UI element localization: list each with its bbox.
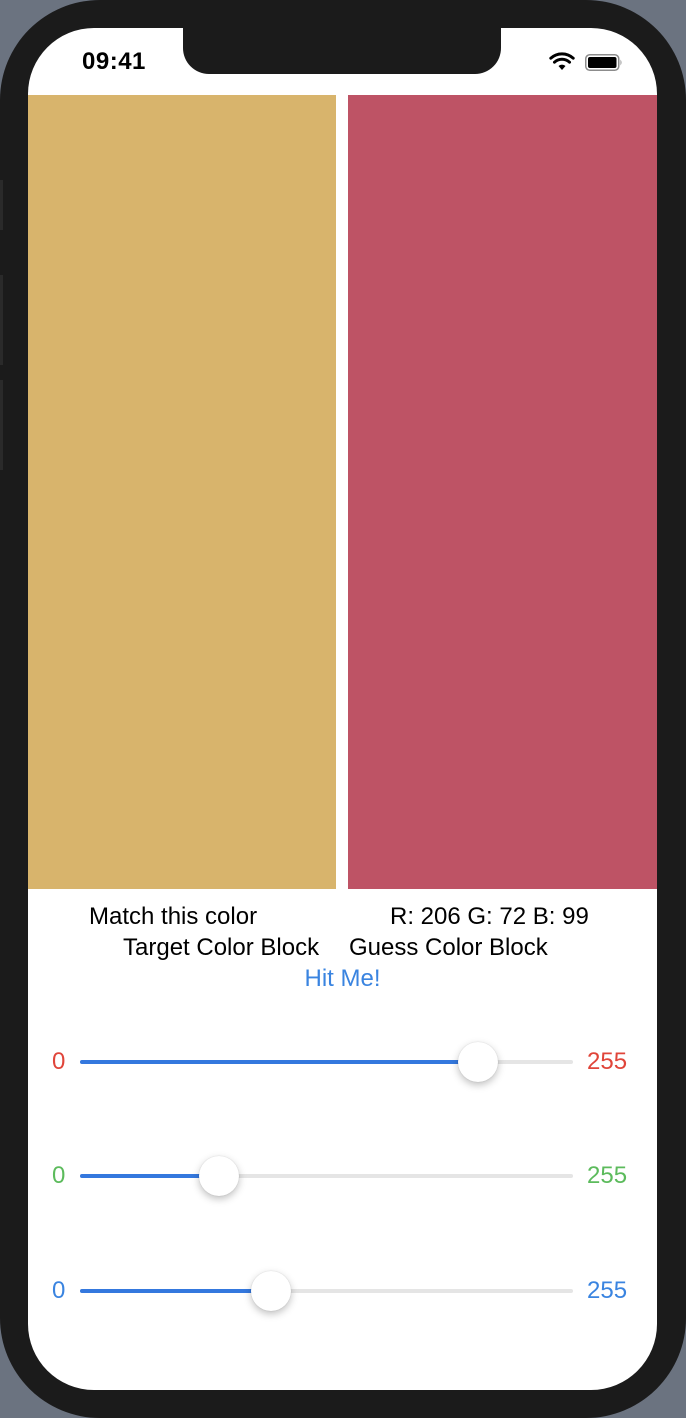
blue-slider-row: 0 255 [28, 1271, 657, 1311]
guess-caption: Guess Color Block [349, 934, 548, 961]
green-slider-thumb[interactable] [199, 1156, 240, 1196]
mute-switch [0, 180, 3, 230]
blue-slider-track[interactable] [80, 1271, 573, 1311]
blue-min-label: 0 [52, 1277, 66, 1304]
green-slider-row: 0 255 [28, 1156, 657, 1196]
green-slider-track[interactable] [80, 1156, 573, 1196]
red-slider-row: 0 255 [28, 1042, 657, 1082]
wifi-icon [549, 52, 575, 70]
screen: 09:41 Match this color R: 206 G: 72 B: 9… [28, 28, 657, 1390]
match-label: Match this color [89, 903, 258, 930]
red-min-label: 0 [52, 1048, 66, 1075]
status-time: 09:41 [82, 48, 146, 75]
volume-up-button [0, 275, 3, 365]
phone-frame: 09:41 Match this color R: 206 G: 72 B: 9… [0, 0, 686, 1418]
battery-icon [585, 54, 622, 71]
blue-slider-fill [80, 1289, 272, 1293]
red-max-label: 255 [587, 1048, 628, 1075]
hit-me-button[interactable]: Hit Me! [28, 964, 657, 994]
blue-slider-thumb[interactable] [251, 1271, 292, 1311]
red-slider-track[interactable] [80, 1042, 573, 1082]
blue-max-label: 255 [587, 1277, 628, 1304]
target-caption: Target Color Block [123, 934, 320, 961]
guess-color-block [348, 95, 657, 889]
red-slider-fill [80, 1060, 479, 1064]
target-color-block [28, 95, 336, 889]
notch [183, 28, 501, 74]
red-slider-thumb[interactable] [458, 1042, 499, 1082]
green-min-label: 0 [52, 1162, 66, 1189]
green-max-label: 255 [587, 1162, 628, 1189]
volume-down-button [0, 380, 3, 470]
rgb-readout: R: 206 G: 72 B: 99 [390, 903, 589, 930]
